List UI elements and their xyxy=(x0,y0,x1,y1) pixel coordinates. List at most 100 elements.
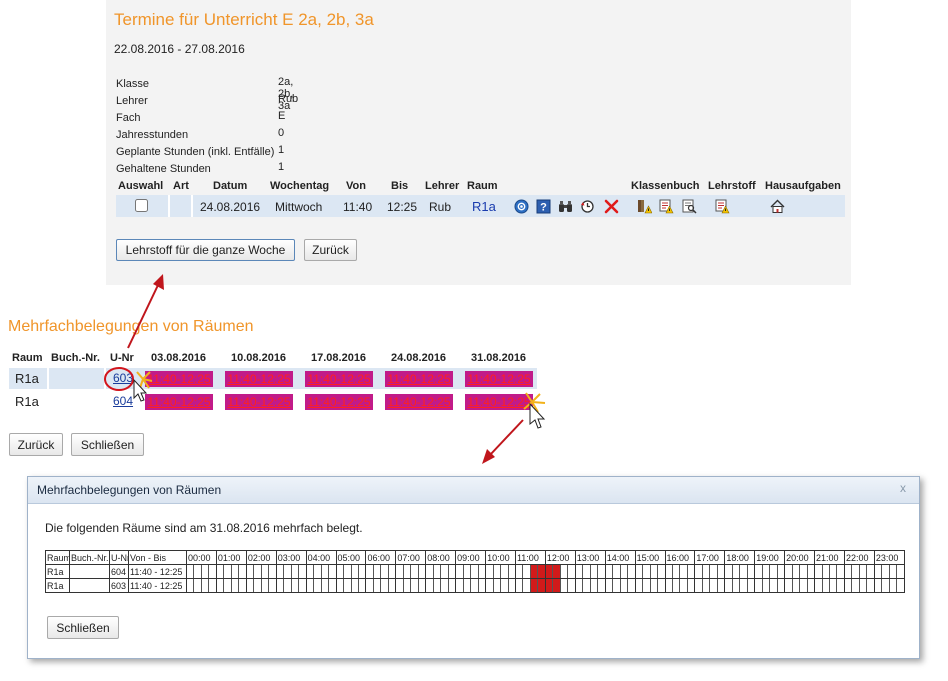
dialog-titlebar[interactable]: Mehrfachbelegungen von Räumen x xyxy=(28,477,919,504)
quarter-slot xyxy=(479,580,485,592)
quarter-slot xyxy=(224,579,232,592)
quarter-slot xyxy=(613,565,621,578)
quarter-slot xyxy=(867,566,873,578)
quarter-slot xyxy=(816,579,823,592)
hour-cell xyxy=(694,578,726,593)
quarter-slot xyxy=(322,565,330,578)
hour-cell xyxy=(186,578,217,593)
grid-cell-raum: R1a xyxy=(45,564,70,579)
hour-cell xyxy=(604,578,636,593)
quarter-slot xyxy=(748,580,754,592)
quarter-slot xyxy=(292,579,300,592)
quarter-slot xyxy=(314,579,322,592)
hour-cell xyxy=(754,578,786,593)
hour-cell xyxy=(604,564,636,579)
quarter-slot xyxy=(427,579,434,592)
quarter-slot xyxy=(643,565,651,578)
hour-cell xyxy=(305,564,337,579)
hour-cell xyxy=(784,564,816,579)
hour-header-cell: 21:00 xyxy=(814,550,845,565)
quarter-slot xyxy=(793,565,801,578)
quarter-slot xyxy=(194,579,202,592)
quarter-slot xyxy=(419,580,425,592)
quarter-slot xyxy=(314,565,322,578)
occupancy-grid: Raum Buch.-Nr. U-Nr Von - Bis 00:00 01:00 02:0… xyxy=(45,550,906,593)
quarter-slot xyxy=(187,579,195,592)
close-icon[interactable]: x xyxy=(900,481,906,495)
hour-cell xyxy=(814,578,845,593)
quarter-slot xyxy=(404,579,412,592)
hour-header-cell: 12:00 xyxy=(544,550,576,565)
quarter-slot xyxy=(756,579,763,592)
quarter-slot xyxy=(837,580,843,592)
quarter-slot xyxy=(254,579,262,592)
hour-cell xyxy=(694,564,726,579)
quarter-slot xyxy=(457,565,464,578)
hour-header-cell: 13:00 xyxy=(574,550,606,565)
quarter-slot xyxy=(658,580,664,592)
grid-cell-buch-nr xyxy=(69,578,110,593)
quarter-slot xyxy=(299,580,305,592)
hour-header-cell: 06:00 xyxy=(365,550,397,565)
quarter-slot xyxy=(696,579,703,592)
quarter-slot xyxy=(523,579,531,592)
hour-header-cell: 16:00 xyxy=(664,550,696,565)
close-button[interactable]: Schließen xyxy=(47,616,119,639)
quarter-slot xyxy=(837,566,843,578)
arrow-down-icon xyxy=(482,419,524,464)
quarter-slot xyxy=(381,579,389,592)
quarter-slot xyxy=(359,580,365,592)
quarter-slot xyxy=(733,565,741,578)
hour-cell xyxy=(784,578,816,593)
quarter-slot xyxy=(419,566,425,578)
quarter-slot xyxy=(530,565,539,578)
hour-cell xyxy=(544,578,576,593)
quarter-slot xyxy=(666,565,673,578)
quarter-slot xyxy=(449,580,455,592)
grid-cell-u-nr: 603 xyxy=(109,578,129,593)
quarter-slot xyxy=(793,579,801,592)
quarter-slot xyxy=(247,579,255,592)
quarter-slot xyxy=(740,565,748,578)
quarter-slot xyxy=(262,579,270,592)
quarter-slot xyxy=(457,579,464,592)
quarter-slot xyxy=(232,579,240,592)
quarter-slot xyxy=(680,565,688,578)
hour-header-cell: 02:00 xyxy=(245,550,277,565)
hour-header-cell: 09:00 xyxy=(455,550,487,565)
grid-cell-raum: R1a xyxy=(45,578,70,593)
quarter-slot xyxy=(464,579,472,592)
dialog-message: Die folgenden Räume sind am 31.08.2016 m… xyxy=(45,521,363,535)
quarter-slot xyxy=(299,566,305,578)
hour-cell xyxy=(873,564,906,579)
grid-header-row: Raum Buch.-Nr. U-Nr Von - Bis 00:00 01:00 02:0… xyxy=(45,550,906,565)
quarter-slot xyxy=(583,565,591,578)
hour-cell xyxy=(215,564,247,579)
quarter-slot xyxy=(247,565,255,578)
quarter-slot xyxy=(239,580,245,592)
hour-cell xyxy=(455,564,487,579)
quarter-slot xyxy=(718,566,724,578)
quarter-slot xyxy=(688,566,694,578)
quarter-slot xyxy=(643,579,651,592)
quarter-slot xyxy=(217,565,225,578)
hour-cell xyxy=(365,564,397,579)
quarter-slot xyxy=(651,565,659,578)
hour-cell xyxy=(335,564,367,579)
quarter-slot xyxy=(471,565,479,578)
hour-header-cell: 19:00 xyxy=(754,550,786,565)
quarter-slot xyxy=(621,579,629,592)
quarter-slot xyxy=(516,579,524,592)
quarter-slot xyxy=(770,565,778,578)
quarter-slot xyxy=(269,566,275,578)
hour-cell xyxy=(365,578,397,593)
quarter-slot xyxy=(262,565,270,578)
hour-cell xyxy=(514,578,546,593)
quarter-slot xyxy=(688,580,694,592)
quarter-slot xyxy=(696,565,703,578)
quarter-slot xyxy=(726,579,733,592)
quarter-slot xyxy=(202,579,210,592)
hour-cell xyxy=(485,564,516,579)
hour-cell xyxy=(275,564,307,579)
hour-cell xyxy=(275,578,307,593)
